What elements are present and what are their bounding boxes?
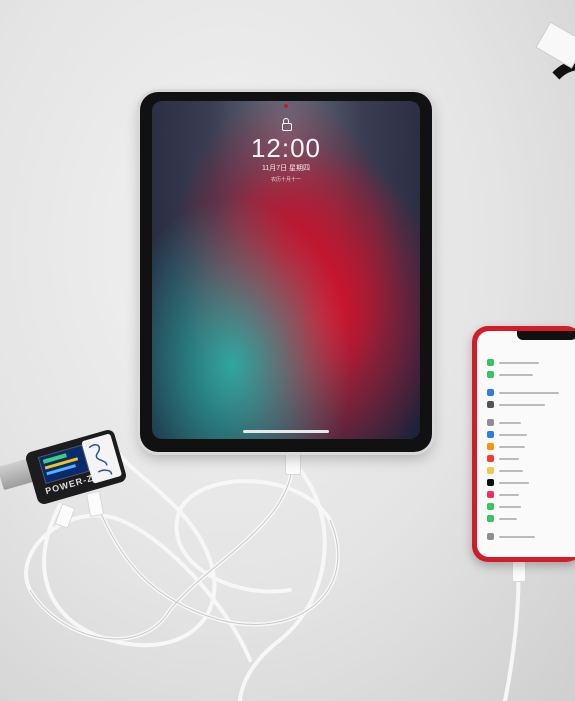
lock-screen-date: 11月7日 星期四 xyxy=(261,165,311,172)
cable-loop-c xyxy=(238,468,327,701)
settings-row xyxy=(487,359,575,366)
settings-row-label xyxy=(499,470,523,472)
settings-row-label xyxy=(499,506,521,508)
home-indicator xyxy=(243,430,329,433)
ipad-camera xyxy=(284,104,288,108)
settings-row xyxy=(487,455,575,462)
settings-row-icon xyxy=(487,479,494,486)
settings-row-label xyxy=(499,482,529,484)
settings-row-icon xyxy=(487,431,494,438)
settings-row-label xyxy=(499,518,517,520)
settings-row-icon xyxy=(487,359,494,366)
settings-row-label xyxy=(499,422,521,424)
ipad: 12:00 11月7日 星期四 农历十月十一 xyxy=(140,92,432,452)
iphone-settings-screen xyxy=(477,331,575,557)
ipad-usb-c-connector xyxy=(285,449,301,475)
settings-row-label xyxy=(499,362,539,364)
iphone-notch xyxy=(517,331,575,340)
settings-row-icon xyxy=(487,419,494,426)
settings-row-icon xyxy=(487,371,494,378)
settings-row xyxy=(487,389,575,396)
settings-row-label xyxy=(499,536,535,538)
settings-row-icon xyxy=(487,443,494,450)
photo-scene: 12:00 11月7日 星期四 农历十月十一 POWER-Z xyxy=(0,0,575,701)
settings-row xyxy=(487,479,575,486)
settings-row-icon xyxy=(487,455,494,462)
settings-row xyxy=(487,443,575,450)
iphone xyxy=(472,326,575,562)
cable-iphone xyxy=(503,560,521,701)
lock-screen-subtitle: 农历十月十一 xyxy=(270,177,301,183)
settings-row-icon xyxy=(487,467,494,474)
settings-row-label xyxy=(499,404,545,406)
settings-row xyxy=(487,431,575,438)
settings-row xyxy=(487,491,575,498)
settings-row-icon xyxy=(487,491,494,498)
settings-row-label xyxy=(499,458,519,460)
settings-row xyxy=(487,515,575,522)
settings-row xyxy=(487,533,575,540)
settings-row-icon xyxy=(487,533,494,540)
settings-row-label xyxy=(499,494,519,496)
settings-row-label xyxy=(499,392,559,394)
settings-row-icon xyxy=(487,389,494,396)
lock-screen-time: 12:00 xyxy=(250,133,322,163)
settings-row xyxy=(487,371,575,378)
lock-icon xyxy=(282,118,292,131)
settings-row-icon xyxy=(487,515,494,522)
settings-row-label xyxy=(499,374,533,376)
settings-row xyxy=(487,419,575,426)
ipad-lock-screen: 12:00 11月7日 星期四 农历十月十一 xyxy=(152,101,420,439)
settings-row xyxy=(487,467,575,474)
settings-row xyxy=(487,503,575,510)
settings-row-label xyxy=(499,446,525,448)
settings-row-icon xyxy=(487,503,494,510)
settings-row-icon xyxy=(487,401,494,408)
settings-row-label xyxy=(499,434,527,436)
settings-row xyxy=(487,401,575,408)
